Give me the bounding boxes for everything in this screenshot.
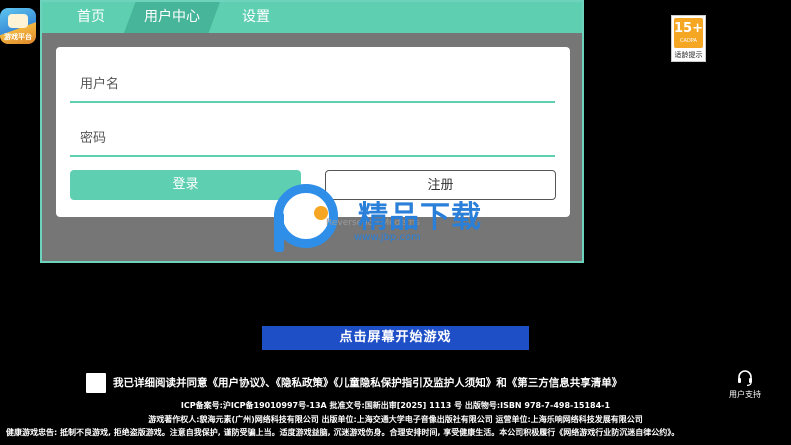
agreement-checkbox[interactable] <box>86 373 106 393</box>
password-input[interactable] <box>70 121 555 155</box>
footer-icp-line: ICP备案号:沪ICP备19010997号-13A 批准文号:国新出审[2025… <box>180 401 611 410</box>
age-rating-value: 15+ CADPA <box>674 18 703 48</box>
watermark-title: 精品下载 <box>358 200 482 235</box>
start-game-button[interactable]: 点击屏幕开始游戏 <box>262 326 529 350</box>
username-input[interactable] <box>70 67 555 101</box>
app-icon-text: 游戏平台 <box>4 33 32 41</box>
headset-icon[interactable] <box>736 369 754 387</box>
watermark-url: www.jbp.com <box>354 232 421 243</box>
app-icon-face <box>8 14 28 28</box>
age-rating-badge: 15+ CADPA 适龄提示 <box>671 15 706 62</box>
password-field-wrapper <box>70 121 555 157</box>
tab-home[interactable]: 首页 <box>77 2 105 33</box>
app-icon[interactable]: 游戏平台 <box>0 8 36 44</box>
footer-health-advice: 健康游戏忠告: 抵制不良游戏, 拒绝盗版游戏。注意自我保护, 谨防受骗上当。适度… <box>6 428 680 437</box>
age-rating-label: 适龄提示 <box>674 51 703 59</box>
tab-settings[interactable]: 设置 <box>242 2 270 33</box>
tab-bar: 首页 用户中心 设置 <box>42 2 582 33</box>
support-label[interactable]: 用户支持 <box>729 389 761 400</box>
username-field-wrapper <box>70 67 555 103</box>
watermark-logo: Reverse ioo Moderns 精品下载 www.jbp.com <box>268 182 528 262</box>
watermark-p-stem <box>274 212 284 252</box>
tab-user-center[interactable]: 用户中心 <box>124 2 220 33</box>
agreement-text[interactable]: 我已详细阅读并同意《用户协议》、《隐私政策》《儿童隐私保护指引及监护人须知》和《… <box>113 375 622 390</box>
age-rating-org: CADPA <box>680 38 697 44</box>
footer-publisher-line: 游戏著作权人:貌海元素(广州)网络科技有限公司 出版单位:上海交通大学电子音像出… <box>148 415 643 424</box>
login-button[interactable]: 登录 <box>70 170 301 200</box>
